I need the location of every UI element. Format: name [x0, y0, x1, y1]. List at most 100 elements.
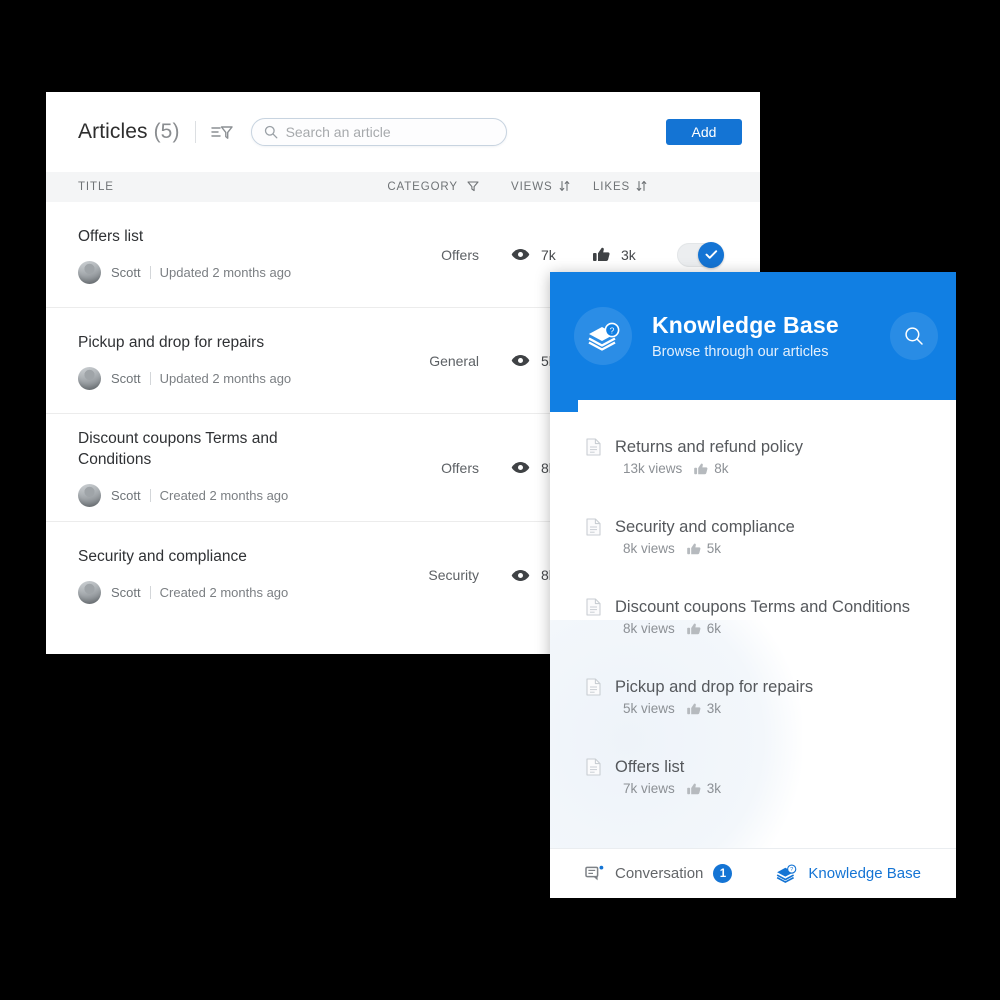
list-item-head: Pickup and drop for repairs	[586, 676, 936, 698]
document-icon	[586, 598, 601, 616]
list-item-stats: 7k views 3k	[623, 781, 936, 796]
list-item-title: Returns and refund policy	[615, 438, 804, 456]
list-item[interactable]: Offers list 7k views 3k	[550, 756, 956, 796]
article-timestamp: Updated 2 months ago	[159, 370, 292, 386]
meta-divider	[149, 265, 151, 279]
row-title-cell: Pickup and drop for repairs Scott Update…	[46, 332, 351, 390]
avatar	[78, 260, 101, 284]
list-item-likes: 5k	[706, 541, 722, 556]
article-views: 7k	[479, 247, 571, 263]
list-item[interactable]: Pickup and drop for repairs 5k views 3k	[550, 676, 956, 716]
page-title-text: Articles	[78, 120, 148, 143]
column-header-likes[interactable]: LIKES	[571, 180, 671, 195]
list-item-stats: 13k views 8k	[623, 461, 936, 476]
thumbs-up-icon	[686, 783, 701, 795]
list-item-stats: 8k views 6k	[623, 621, 936, 636]
list-item-title: Pickup and drop for repairs	[615, 678, 814, 696]
list-item[interactable]: Security and compliance 8k views 5k	[550, 516, 956, 556]
article-likes: 3k	[571, 247, 671, 263]
toggle-knob	[698, 241, 724, 268]
background-watermark	[550, 620, 802, 848]
widget-footer-tabs: Conversation 1 ? Knowledge Base	[550, 848, 956, 898]
widget-title: Knowledge Base	[652, 312, 839, 338]
list-item-views: 5k views	[623, 701, 675, 716]
thumbs-up-icon	[593, 247, 610, 262]
knowledge-base-stack-icon: ?	[574, 307, 632, 365]
author-name: Scott	[111, 370, 141, 386]
eye-icon	[511, 461, 530, 474]
document-icon	[586, 678, 601, 696]
sort-arrows-icon[interactable]	[636, 180, 647, 195]
funnel-icon[interactable]	[467, 180, 479, 195]
tab-knowledge-base[interactable]: ? Knowledge Base	[774, 864, 921, 883]
avatar	[78, 366, 101, 390]
widget-search-button[interactable]	[890, 312, 938, 360]
author-name: Scott	[111, 264, 141, 280]
article-meta: Scott Updated 2 months ago	[78, 260, 351, 284]
list-item-views: 7k views	[623, 781, 675, 796]
meta-divider	[149, 586, 151, 599]
svg-text:?: ?	[610, 325, 615, 335]
article-title[interactable]: Offers list	[78, 226, 308, 247]
list-item-title: Security and compliance	[615, 518, 795, 536]
article-category: Security	[428, 567, 479, 583]
article-timestamp: Created 2 months ago	[159, 585, 289, 600]
thumbs-up-icon	[686, 543, 701, 555]
article-count: (5)	[153, 120, 180, 143]
avatar	[78, 581, 101, 604]
tab-knowledge-base-label: Knowledge Base	[808, 865, 921, 882]
list-item-stats: 5k views 3k	[623, 701, 936, 716]
eye-icon	[511, 248, 530, 261]
article-category: General	[429, 352, 479, 369]
list-item-likes: 3k	[706, 701, 722, 716]
widget-article-list: Returns and refund policy 13k views 8k S…	[550, 400, 956, 848]
article-title[interactable]: Discount coupons Terms and Conditions	[78, 428, 308, 470]
list-item-views: 8k views	[623, 621, 675, 636]
search-input[interactable]	[285, 124, 494, 140]
widget-header-texts: Knowledge Base Browse through our articl…	[652, 310, 839, 362]
add-button[interactable]: Add	[666, 119, 742, 145]
meta-divider	[149, 371, 151, 385]
column-header-views[interactable]: VIEWS	[479, 180, 571, 195]
article-meta: Scott Created 2 months ago	[78, 581, 351, 604]
list-item[interactable]: Discount coupons Terms and Conditions 8k…	[550, 596, 956, 636]
list-item-views: 13k views	[623, 461, 683, 476]
article-meta: Scott Created 2 months ago	[78, 484, 351, 507]
list-item-likes: 8k	[714, 461, 729, 476]
search-box[interactable]	[250, 118, 507, 146]
articles-toolbar: Articles (5) Search an article Add	[46, 92, 760, 172]
tab-conversation-label: Conversation	[615, 865, 704, 882]
knowledge-base-widget: ? Knowledge Base Browse through our arti…	[550, 272, 956, 898]
article-title[interactable]: Security and compliance	[78, 546, 308, 567]
document-icon	[586, 518, 601, 536]
row-title-cell: Security and compliance Scott Created 2 …	[46, 546, 351, 604]
screen: Articles (5) Search an article Add TITLE…	[0, 0, 1000, 1000]
column-header-category[interactable]: CATEGORY	[351, 180, 479, 195]
tab-conversation[interactable]: Conversation 1	[585, 864, 733, 883]
table-header-row: TITLE CATEGORY VIEWS LIKES	[46, 172, 760, 202]
sort-arrows-icon[interactable]	[559, 180, 570, 195]
widget-subtitle: Browse through our articles	[652, 344, 829, 360]
row-title-cell: Discount coupons Terms and Conditions Sc…	[46, 428, 351, 507]
knowledge-base-stack-icon: ?	[774, 864, 798, 883]
thumbs-up-icon	[694, 463, 708, 475]
row-title-cell: Offers list Scott Updated 2 months ago	[46, 226, 351, 284]
eye-icon	[511, 569, 530, 582]
avatar	[78, 484, 101, 507]
column-header-title[interactable]: TITLE	[46, 181, 351, 193]
column-header-likes-label: LIKES	[593, 181, 631, 193]
list-item-likes: 3k	[706, 781, 722, 796]
article-timestamp: Updated 2 months ago	[159, 264, 292, 280]
sort-filter-icon[interactable]	[209, 119, 235, 145]
publish-toggle[interactable]	[677, 241, 724, 268]
list-item-views: 8k views	[623, 541, 675, 556]
svg-text:?: ?	[791, 867, 794, 873]
search-icon	[264, 125, 278, 139]
article-meta: Scott Updated 2 months ago	[78, 366, 351, 390]
article-title[interactable]: Pickup and drop for repairs	[78, 332, 308, 353]
list-item-title: Discount coupons Terms and Conditions	[615, 598, 911, 616]
list-item-head: Discount coupons Terms and Conditions	[586, 596, 936, 618]
article-category: Offers	[441, 459, 479, 476]
list-item[interactable]: Returns and refund policy 13k views 8k	[550, 436, 956, 476]
column-header-category-label: CATEGORY	[387, 181, 458, 193]
